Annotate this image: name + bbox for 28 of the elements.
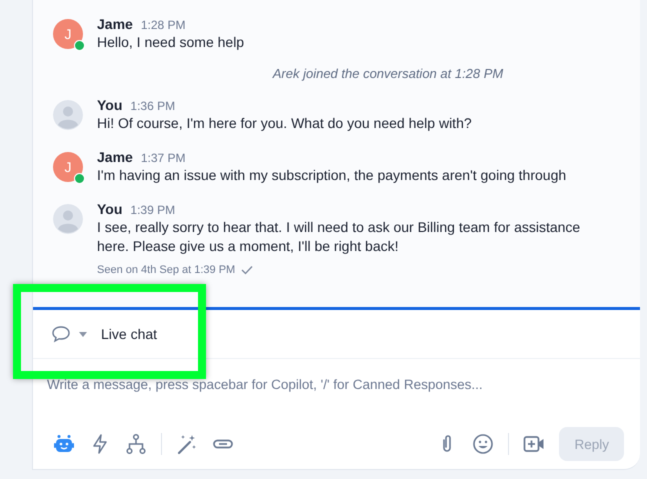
caret-icon	[79, 332, 87, 336]
author-name: You	[97, 201, 122, 217]
avatar: J	[53, 19, 83, 49]
robot-icon[interactable]	[53, 433, 75, 455]
seen-status: Seen on 4th Sep at 1:39 PM	[97, 264, 236, 276]
author-name: Jame	[97, 149, 133, 165]
check-icon	[241, 265, 254, 275]
message-input[interactable]: Write a message, press spacebar for Copilot, '/' for Canned Responses...	[47, 373, 607, 396]
message-text: I see, really sorry to hear that. I will need to ask our Billing team for assistance here. Please give us a moment, I'll be right back!	[97, 218, 582, 256]
message-time: 1:37 PM	[140, 151, 186, 165]
author-name: You	[97, 97, 122, 113]
video-call-icon[interactable]	[523, 433, 546, 455]
avatar: J	[53, 152, 83, 182]
message-time: 1:39 PM	[130, 203, 176, 217]
avatar-placeholder-icon	[53, 100, 83, 130]
message-text: Hello, I need some help	[97, 33, 246, 52]
magic-wand-icon[interactable]	[176, 433, 198, 455]
author-name: Jame	[97, 16, 133, 32]
event-notice: Arek joined the conversation at 1:28 PM	[271, 66, 504, 81]
message-text: Hi! Of course, I'm here for you. What do you need help with?	[97, 114, 473, 133]
smiley-icon[interactable]	[472, 433, 494, 455]
message-text: I'm having an issue with my subscription, the payments aren't going through	[97, 166, 568, 185]
message-time: 1:36 PM	[130, 99, 176, 113]
message-time: 1:28 PM	[140, 18, 186, 32]
channel-selector[interactable]: Live chat	[51, 325, 158, 343]
speech-bubble-icon	[51, 325, 71, 343]
hierarchy-icon[interactable]	[125, 433, 147, 455]
avatar-placeholder-icon	[53, 204, 83, 234]
